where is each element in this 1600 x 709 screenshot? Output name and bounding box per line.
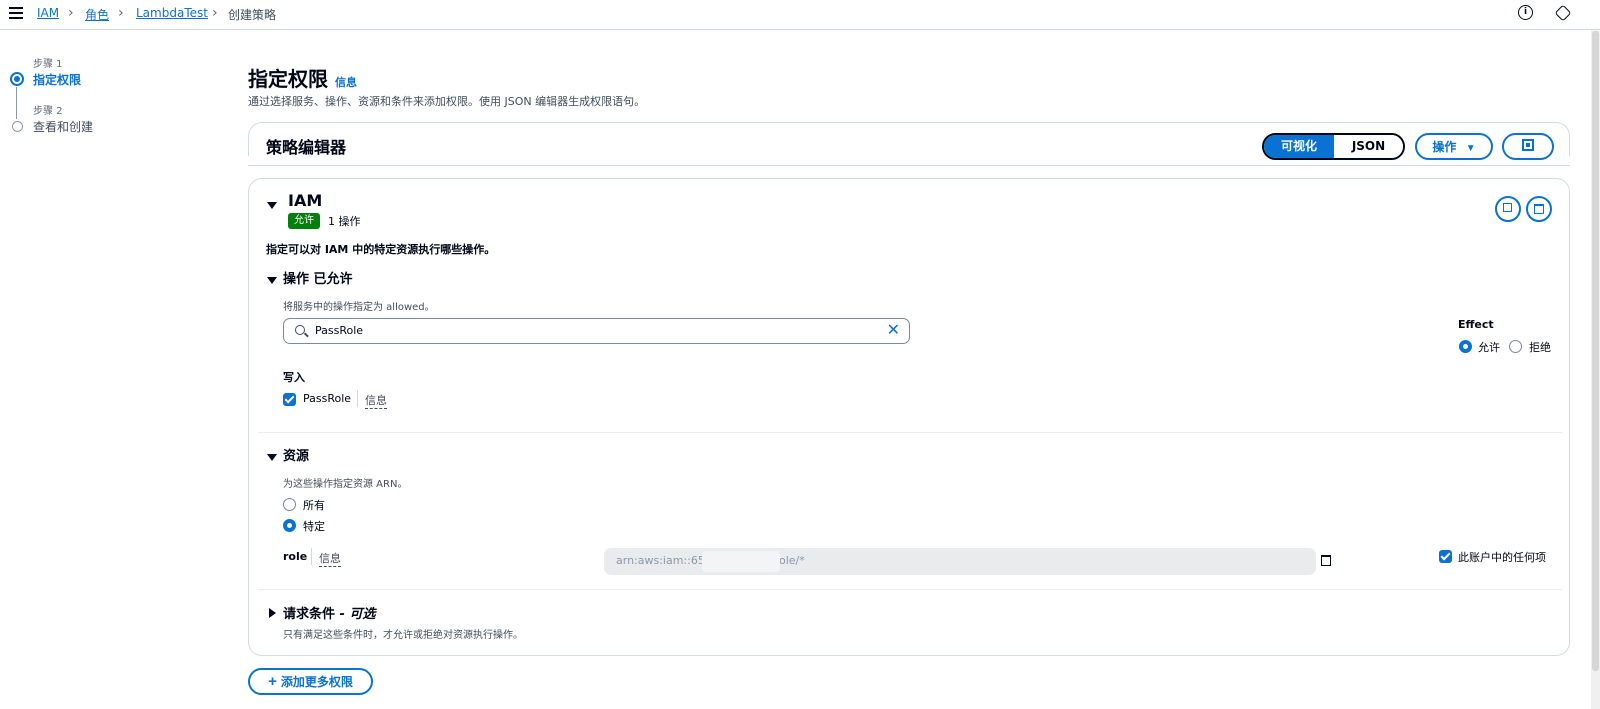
step-1-indicator-icon [10,72,24,86]
resources-title: 资源 [283,449,310,464]
separator [311,548,312,565]
divider [258,589,1562,590]
editor-mode-toggle: 可视化 JSON [1262,133,1405,160]
clear-icon[interactable]: ✕ [887,320,900,339]
resource-all-radio[interactable] [283,498,296,511]
allow-badge: 允许 [288,213,320,229]
divider [248,165,1570,166]
breadcrumb-current: 创建策略 [228,8,277,22]
info-icon[interactable]: i [1518,5,1533,20]
actions-section-title: 操作 已允许 [283,272,353,287]
effect-label: Effect [1458,318,1494,331]
conditions-expand-icon[interactable] [269,607,276,621]
page-description: 通过选择服务、操作、资源和条件来添加权限。使用 JSON 编辑器生成权限语句。 [248,95,646,108]
copy-icon [1503,203,1512,212]
add-more-permissions-button[interactable]: + 添加更多权限 [248,668,373,695]
settings-icon[interactable] [1554,4,1572,22]
breadcrumb-lambdatest[interactable]: LambdaTest [136,6,208,20]
search-icon-handle [304,332,309,338]
caret-down-icon: ▼ [1465,143,1476,154]
role-info-link[interactable]: 信息 [319,550,341,567]
breadcrumb-iam[interactable]: IAM [37,6,59,20]
step-2-label: 步骤 2 [33,106,63,117]
effect-allow-label: 允许 [1478,341,1500,354]
step-1-label: 步骤 1 [33,59,63,70]
page-title: 指定权限 信息 [248,63,357,92]
conditions-title-text: 请求条件 [283,607,336,622]
actions-dropdown-label: 操作 [1432,140,1457,154]
actions-hint: 将服务中的操作指定为 allowed。 [283,302,435,313]
separator [357,390,358,407]
step-connector [16,87,17,119]
resource-all-label: 所有 [303,499,325,512]
arn-prefix: arn:aws:iam::65 [616,554,705,567]
duplicate-button[interactable] [1495,196,1521,222]
fullscreen-button[interactable] [1502,133,1554,160]
passrole-info-link[interactable]: 信息 [365,392,387,409]
role-label: role [283,550,308,563]
delete-statement-button[interactable] [1526,196,1552,222]
arn-suffix: ole/* [779,554,805,567]
chevron-right-icon: › [212,5,218,21]
info-link[interactable]: 信息 [335,76,357,89]
menu-icon[interactable] [9,7,23,21]
chevron-right-icon: › [118,5,124,21]
policy-editor-title: 策略编辑器 [266,138,347,157]
service-description: 指定可以对 IAM 中的特定资源执行哪些操作。 [266,243,496,256]
visual-mode-button[interactable]: 可视化 [1264,135,1334,158]
passrole-label: PassRole [303,392,352,405]
search-value: PassRole [315,324,364,337]
action-search-input[interactable]: PassRole ✕ [283,318,910,344]
any-in-account-checkbox[interactable] [1439,550,1452,563]
remove-arn-trash-icon[interactable] [1321,555,1331,566]
trash-icon [1534,204,1544,214]
plus-icon: + [268,673,277,690]
collapse-toggle-icon[interactable] [267,198,277,212]
json-mode-button[interactable]: JSON [1334,135,1403,158]
resources-collapse-icon[interactable] [267,450,277,464]
scrollbar-thumb[interactable] [1592,31,1599,671]
effect-allow-radio[interactable] [1459,340,1472,353]
effect-deny-label: 拒绝 [1529,341,1551,354]
step-2-title: 查看和创建 [33,120,94,134]
actions-collapse-icon[interactable] [267,273,277,287]
conditions-title: 请求条件 - 可选 [283,603,375,622]
action-count: 1 操作 [328,215,361,228]
step-1-title[interactable]: 指定权限 [33,71,81,88]
actions-dropdown-button[interactable]: 操作 ▼ [1415,133,1493,160]
resource-specific-label: 特定 [303,520,325,533]
passrole-checkbox[interactable] [283,393,296,406]
any-in-account-label: 此账户中的任何项 [1458,551,1546,564]
resources-hint: 为这些操作指定资源 ARN。 [283,479,408,490]
action-group-label: 写入 [283,371,305,384]
effect-deny-radio[interactable] [1509,340,1522,353]
redacted-account-id [702,551,780,572]
page-title-text: 指定权限 [248,67,328,91]
top-navigation-bar: IAM › 角色 › LambdaTest › 创建策略 i [0,0,1600,30]
divider [258,432,1562,433]
conditions-hint: 只有满足这些条件时，才允许或拒绝对资源执行操作。 [283,630,523,641]
step-2-indicator-icon [12,121,23,132]
add-more-permissions-label: 添加更多权限 [280,675,353,689]
resource-specific-radio[interactable] [283,519,296,532]
conditions-optional: - 可选 [335,607,376,622]
service-name: IAM [288,191,323,210]
fullscreen-icon [1522,139,1534,151]
breadcrumb-roles[interactable]: 角色 [85,6,109,23]
chevron-right-icon: › [68,5,74,21]
